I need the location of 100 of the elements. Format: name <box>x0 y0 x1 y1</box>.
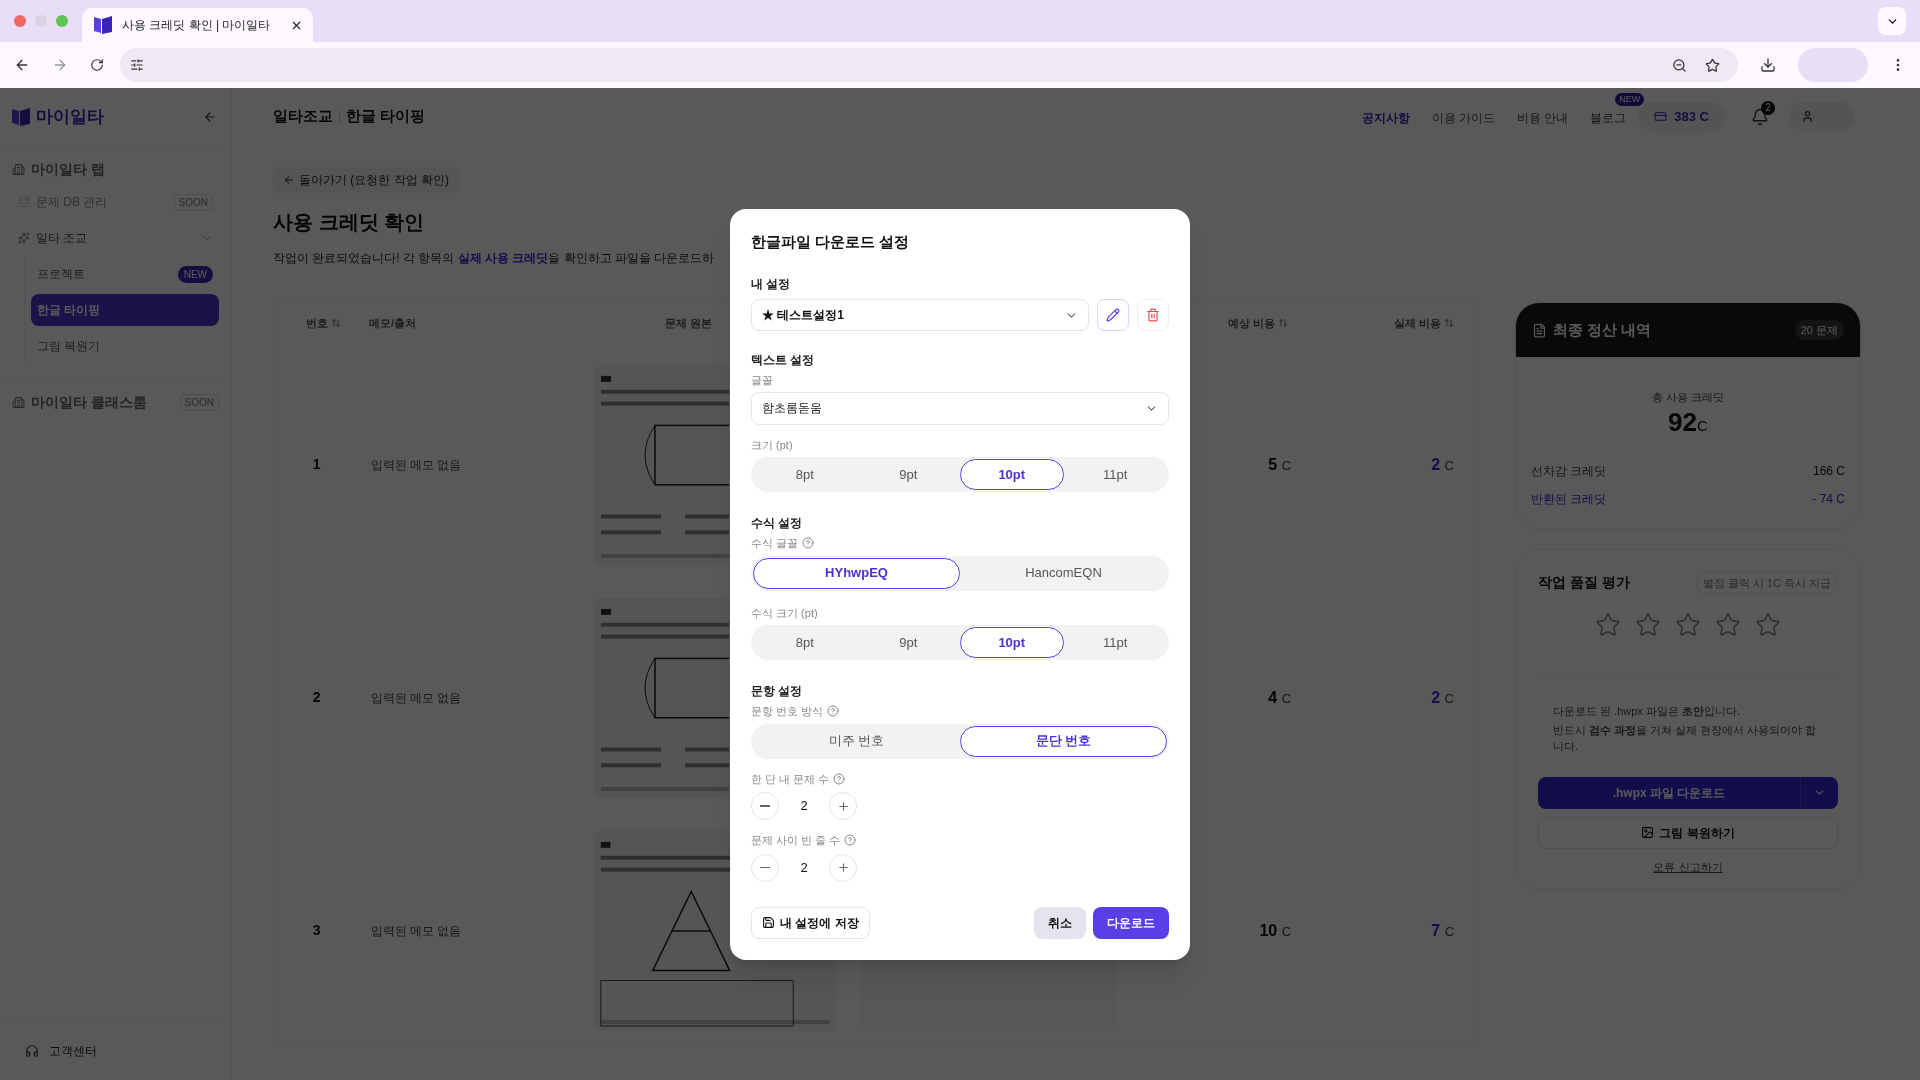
sidebar-subitem[interactable]: 프로젝트 NEW <box>31 258 219 290</box>
field-label: 한 단 내 문제 수 <box>751 771 830 787</box>
back-button[interactable]: 돌아가기 (요청한 작업 확인) <box>273 167 459 193</box>
notification-count: 2 <box>1761 100 1775 115</box>
plus-icon <box>836 799 850 813</box>
dialog-title: 한글파일 다운로드 설정 <box>751 231 911 252</box>
table-cell-text: 7 C <box>1431 920 1454 941</box>
cancel-button[interactable]: 취소 <box>1034 906 1086 939</box>
field-label: 수식 글꼴 <box>751 536 799 551</box>
column-header[interactable]: 번호 <box>274 314 356 332</box>
segment-option[interactable]: 11pt <box>1063 459 1167 490</box>
sidebar-item[interactable]: 일타 조교 <box>12 220 219 256</box>
trash-icon <box>1146 308 1160 322</box>
table-cell-text: 4 C <box>1268 687 1291 708</box>
segment-option[interactable]: 8pt <box>753 627 857 658</box>
stepper-value: 2 <box>799 797 809 816</box>
font-select[interactable]: 함초롬돋움 <box>751 391 1169 425</box>
save-icon <box>762 916 775 929</box>
save-settings-button[interactable]: 내 설정에 저장 <box>751 906 870 939</box>
help-icon[interactable] <box>844 834 857 847</box>
report-link[interactable]: 오류 신고하기 <box>1653 858 1723 875</box>
breadcrumb-item[interactable]: 일타조교 <box>273 105 333 128</box>
segment-option[interactable]: 9pt <box>856 627 960 658</box>
breadcrumb-item: 한글 타이핑 <box>346 106 426 127</box>
section-heading: 문항 설정 <box>751 683 804 700</box>
edit-button[interactable] <box>1097 299 1129 331</box>
summary-label: 선차감 크레딧 <box>1531 462 1607 480</box>
section-heading: 수식 설정 <box>751 515 804 532</box>
profile-button[interactable] <box>1789 102 1855 131</box>
summary-title: 최종 정산 내역 <box>1553 319 1652 340</box>
table-cell-text: 입력된 메모 없음 <box>370 922 463 940</box>
column-header[interactable]: 실제 비용 <box>1287 314 1474 332</box>
section-heading: 텍스트 설정 <box>751 352 816 369</box>
segment-option[interactable]: 미주 번호 <box>753 725 960 757</box>
download-icon[interactable] <box>1760 57 1776 73</box>
segment-option[interactable]: 11pt <box>1063 627 1167 658</box>
forward-icon[interactable] <box>52 57 68 73</box>
help-icon[interactable] <box>827 705 840 718</box>
reload-icon[interactable] <box>90 58 104 72</box>
minus-icon <box>760 805 770 807</box>
hwpx-download-button[interactable]: .hwpx 파일 다운로드 <box>1538 776 1838 809</box>
delete-button[interactable] <box>1137 299 1169 331</box>
rating-title: 작업 품질 평가 <box>1538 573 1630 593</box>
bookmark-icon[interactable] <box>1705 57 1720 73</box>
star-icon[interactable] <box>1715 612 1741 638</box>
zoom-icon[interactable] <box>1672 57 1687 73</box>
image-icon <box>1641 826 1655 839</box>
nav-link[interactable]: 비용 안내 <box>1516 110 1569 125</box>
star-icon[interactable] <box>1635 612 1661 638</box>
field-label: 문항 번호 방식 <box>751 704 824 719</box>
star-icon[interactable] <box>1675 612 1701 638</box>
support-link[interactable]: 고객센터 <box>49 1041 97 1060</box>
card-icon <box>1654 110 1668 123</box>
star-icon[interactable] <box>1595 612 1621 638</box>
segment-option[interactable]: 8pt <box>753 459 857 490</box>
nav-link[interactable]: 이용 가이드 <box>1431 110 1495 125</box>
summary-value: - 74 C <box>1812 490 1845 508</box>
back-arrow-icon <box>283 174 295 186</box>
segment-option[interactable]: 10pt <box>960 627 1064 658</box>
sidebar-subitem[interactable]: 한글 타이핑 <box>31 294 219 326</box>
logo-icon <box>10 105 32 128</box>
nav-link[interactable]: 공지사항 <box>1361 110 1410 125</box>
browser-tab[interactable]: 사용 크레딧 확인 | 마이일타 <box>82 8 313 42</box>
building-icon <box>12 162 25 176</box>
minus-icon <box>760 866 770 869</box>
page-description: 작업이 완료되었습니다! 각 항목의 실제 사용 크레딧을 확인하고 파일을 다운로드하 <box>273 250 715 267</box>
field-label: 문제 사이 빈 줄 수 <box>751 833 841 848</box>
nav-link[interactable]: 블로그 <box>1590 110 1627 125</box>
table-cell-text: 입력된 메모 없음 <box>370 456 463 474</box>
segment-option[interactable]: HYhwpEQ <box>753 557 960 589</box>
total-label: 총 사용 크레딧 <box>1651 390 1725 405</box>
close-window-icon[interactable] <box>14 15 26 27</box>
maximize-window-icon[interactable] <box>56 15 68 27</box>
download-button[interactable]: 다운로드 <box>1093 906 1169 939</box>
star-icon[interactable] <box>1755 612 1781 638</box>
site-settings-icon[interactable] <box>130 58 144 72</box>
back-icon[interactable] <box>14 57 30 73</box>
sort-icon <box>331 318 342 328</box>
column-header: 문제 원본 <box>664 315 714 331</box>
section-heading: 내 설정 <box>751 276 792 293</box>
table-cell-text: 10 C <box>1259 920 1292 941</box>
table-cell-text: 입력된 메모 없음 <box>370 689 463 707</box>
segment-option[interactable]: 문단 번호 <box>960 725 1167 757</box>
segment-option[interactable]: 10pt <box>960 459 1064 490</box>
help-icon[interactable] <box>802 537 815 550</box>
table-cell-text: 5 C <box>1268 454 1291 475</box>
help-icon[interactable] <box>833 772 846 785</box>
restore-image-button[interactable]: 그림 복원하기 <box>1538 816 1838 849</box>
segment-option[interactable]: HancomEQN <box>960 557 1167 589</box>
tab-list-button[interactable] <box>1878 7 1906 35</box>
table-cell-text: 2 C <box>1431 687 1454 708</box>
credit-balance[interactable]: 383 C <box>1638 101 1725 132</box>
user-icon <box>1801 110 1814 123</box>
preset-select[interactable]: ★ 테스트설정1 <box>751 299 1089 331</box>
collapse-icon[interactable] <box>203 109 217 124</box>
field-label: 크기 (pt) <box>751 437 794 453</box>
stepper-value: 2 <box>799 858 809 877</box>
building-icon <box>12 395 25 409</box>
segment-option[interactable]: 9pt <box>856 459 960 490</box>
summary-value: 166 C <box>1812 462 1845 480</box>
